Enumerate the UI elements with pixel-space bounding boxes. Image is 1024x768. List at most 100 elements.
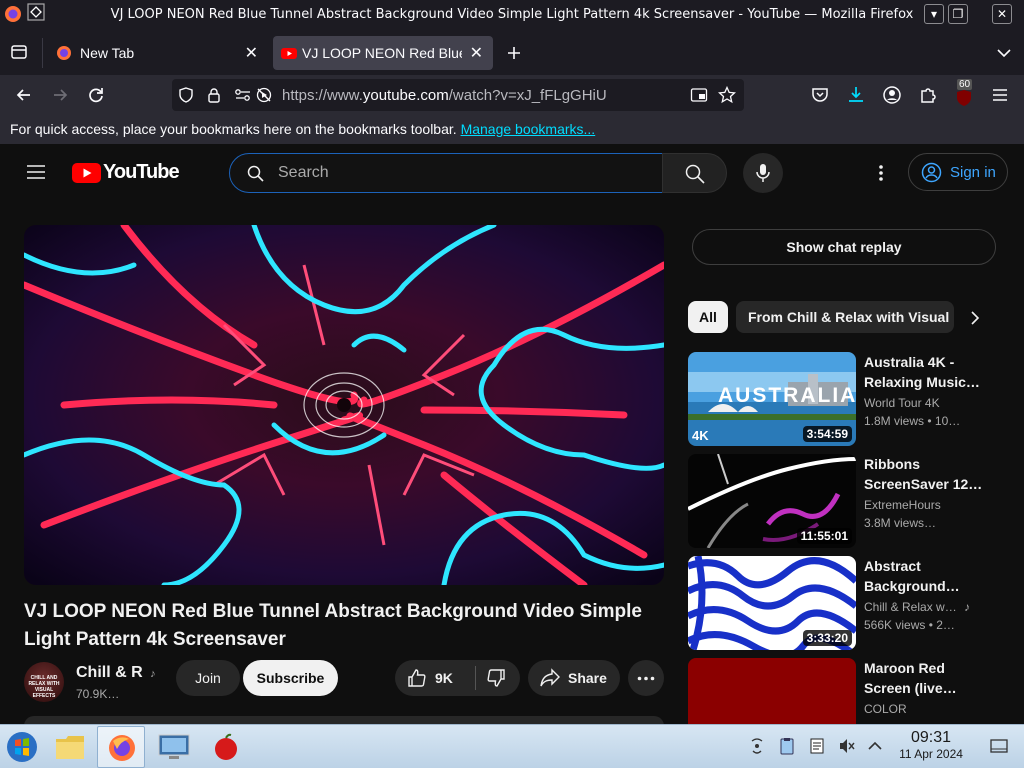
close-tab-icon[interactable]: ✕ [245,43,258,62]
tab-youtube-video[interactable]: VJ LOOP NEON Red Blue Tunnel Abstract Ba… [273,36,493,70]
channel-name[interactable]: Chill & R ♪ [76,664,156,682]
music-note-icon: ♪ [964,600,971,614]
join-button[interactable]: Join [176,660,240,696]
clipboard-tray-icon[interactable] [778,737,796,755]
subscribe-button[interactable]: Subscribe [243,660,338,696]
video-thumbnail[interactable]: 3:33:20 [688,556,856,650]
forward-arrow-icon[interactable] [50,85,70,105]
navigation-toolbar: https://www.youtube.com/watch?v=xJ_fFLgG… [0,75,1024,115]
hamburger-menu-icon[interactable] [990,85,1010,105]
close-tab-icon[interactable]: ✕ [470,43,483,62]
video-frame-neon-tunnel [24,225,664,585]
bookmark-star-icon[interactable] [718,86,736,104]
recommendation-channel[interactable]: Chill & Relax w… ♪ [864,600,970,614]
clock-date: 11 Apr 2024 [899,747,963,761]
url-bar[interactable]: https://www.youtube.com/watch?v=xJ_fFLgG… [172,79,744,111]
recommendation-item[interactable]: Maroon Red Screen (live… COLOR [688,658,1008,724]
chevron-right-icon[interactable] [970,311,980,325]
system-clock[interactable]: 09:31 11 Apr 2024 [888,729,974,761]
firefox-icon [109,735,135,761]
extensions-puzzle-icon[interactable] [918,85,938,105]
tab-overview-icon[interactable] [10,43,28,61]
recommendation-item[interactable]: AUSTRALIA 4K 3:54:59 Australia 4K - Rela… [688,352,1008,446]
url-text[interactable]: https://www.youtube.com/watch?v=xJ_fFLgG… [282,87,607,104]
pocket-icon[interactable] [810,85,830,105]
taskbar-apple-app[interactable] [202,726,250,768]
tab-new-tab[interactable]: New Tab ✕ [44,36,268,70]
channel-avatar-text: CHILL AND RELAX WITH VISUAL EFFECTS [28,675,60,699]
taskbar-firefox[interactable] [97,726,145,768]
recommendation-item[interactable]: 11:55:01 Ribbons ScreenSaver 12… Extreme… [688,454,1008,548]
recommendation-meta: 1.8M views • 10… [864,414,961,428]
video-thumbnail[interactable] [688,658,856,724]
back-arrow-icon[interactable] [14,85,34,105]
list-all-tabs-chevron-icon[interactable] [996,46,1012,60]
apple-icon [215,733,237,760]
network-icon[interactable] [748,737,766,755]
firefox-icon [57,46,71,60]
recommendation-channel[interactable]: ExtremeHours [864,498,941,512]
minimize-button[interactable]: ▾ [924,4,944,24]
share-button[interactable]: Share [528,660,620,696]
monitor-icon [158,734,190,759]
notes-tray-icon[interactable] [808,737,826,755]
ublock-extension-button[interactable]: 60 [952,79,978,109]
sign-in-label: Sign in [950,164,996,181]
downloads-icon[interactable] [846,85,866,105]
recommendation-title[interactable]: Abstract Background… [864,556,984,596]
autoplay-blocked-icon[interactable] [256,87,272,103]
recommendation-title[interactable]: Ribbons ScreenSaver 12… [864,454,984,494]
more-vertical-icon[interactable] [876,163,886,183]
like-button[interactable]: 9K [395,660,475,696]
dislike-button[interactable] [476,660,520,696]
youtube-logo[interactable]: YouTube [72,161,180,185]
recommendation-title[interactable]: Australia 4K - Relaxing Music… [864,352,984,392]
chip-all[interactable]: All [688,301,728,333]
clock-time: 09:31 [910,729,952,746]
4k-badge: 4K [692,428,709,443]
new-tab-plus-icon[interactable] [506,45,522,61]
voice-search-button[interactable] [743,153,783,193]
more-actions-button[interactable] [628,660,664,696]
recommendation-meta: 3.8M views… [864,516,937,530]
recommendation-title[interactable]: Maroon Red Screen (live… [864,658,984,698]
recommendation-channel[interactable]: COLOR [864,702,907,716]
account-icon[interactable] [882,85,902,105]
reload-icon[interactable] [86,85,106,105]
video-thumbnail[interactable]: AUSTRALIA 4K 3:54:59 [688,352,856,446]
reader-view-icon[interactable] [690,87,708,103]
search-button[interactable] [662,153,727,193]
maximize-button[interactable]: ❐ [948,4,968,24]
tray-expand-chevron-icon[interactable] [866,737,884,755]
thumbnail-text: AUSTRALIA [718,384,856,407]
recommendation-item[interactable]: 3:33:20 Abstract Background… Chill & Rel… [688,556,1008,650]
permissions-icon[interactable] [234,87,252,103]
volume-muted-icon[interactable] [838,737,856,755]
guide-menu-icon[interactable] [26,164,46,180]
tab-strip: New Tab ✕ VJ LOOP NEON Red Blue Tunnel A… [0,30,1024,75]
window-title: VJ LOOP NEON Red Blue Tunnel Abstract Ba… [110,7,914,22]
video-owner-row: CHILL AND RELAX WITH VISUAL EFFECTS Chil… [24,660,664,704]
show-desktop-icon[interactable] [990,737,1008,755]
close-window-button[interactable]: ✕ [992,4,1012,24]
music-note-icon: ♪ [150,668,156,680]
video-duration: 3:54:59 [802,426,852,442]
description-box[interactable] [24,716,664,724]
search-input[interactable]: Search [229,153,663,193]
start-menu-icon[interactable] [4,730,40,764]
taskbar-remote-desktop[interactable] [150,726,198,768]
video-player[interactable] [24,225,664,585]
video-title: VJ LOOP NEON Red Blue Tunnel Abstract Ba… [24,601,642,650]
manage-bookmarks-link[interactable]: Manage bookmarks... [461,121,596,137]
taskbar-file-manager[interactable] [46,726,94,768]
sign-in-button[interactable]: Sign in [908,153,1008,191]
bookmarks-toolbar: For quick access, place your bookmarks h… [0,115,1024,144]
video-thumbnail[interactable]: 11:55:01 [688,454,856,548]
tab-label: VJ LOOP NEON Red Blue Tunnel Abstract Ba… [302,45,462,61]
tracking-shield-icon[interactable] [178,87,194,103]
recommendation-channel[interactable]: World Tour 4K [864,396,940,410]
show-chat-replay-button[interactable]: Show chat replay [692,229,996,265]
lock-icon[interactable] [206,87,222,103]
chip-from-channel[interactable]: From Chill & Relax with Visual … [736,301,954,333]
channel-avatar[interactable]: CHILL AND RELAX WITH VISUAL EFFECTS [24,662,64,702]
